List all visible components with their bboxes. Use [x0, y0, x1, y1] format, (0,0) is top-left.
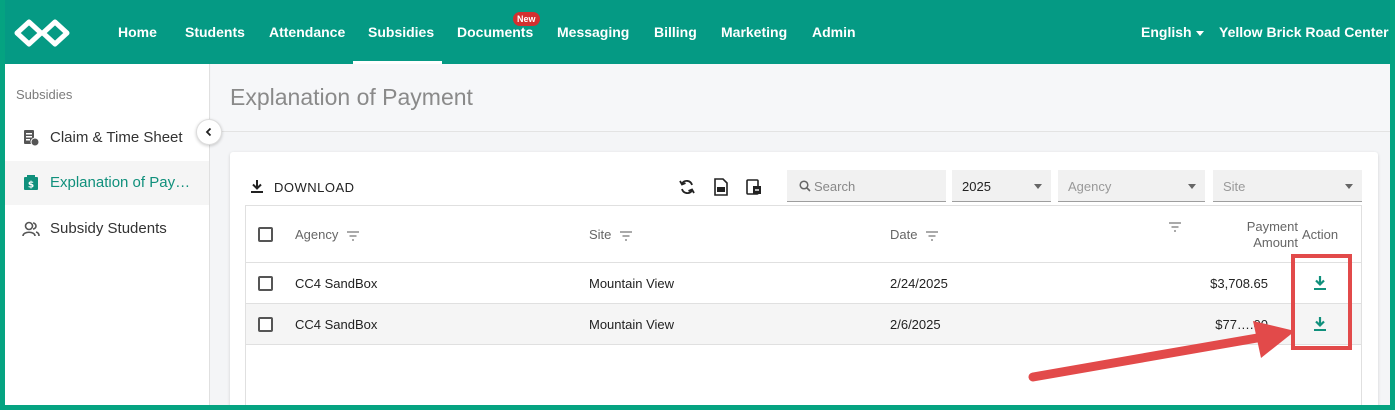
nav-marketing[interactable]: Marketing [721, 0, 787, 64]
cell-site: Mountain View [589, 276, 675, 291]
column-header-label: Payment [1246, 219, 1298, 234]
column-header-action: Action [1302, 227, 1339, 242]
cell-agency: CC4 SandBox [295, 317, 378, 332]
sidebar-item-explanation-of-payment[interactable]: $ Explanation of Payment [5, 161, 209, 205]
site-select[interactable]: Site [1213, 170, 1362, 202]
export-file-icon[interactable] [745, 178, 763, 196]
cell-agency: CC4 SandBox [295, 276, 378, 291]
nav-billing[interactable]: Billing [654, 0, 697, 64]
app-logo[interactable] [11, 18, 73, 48]
column-header-label: Amount [1253, 235, 1298, 250]
sidebar: Subsidies Claim & Time Sheet $ Explanati… [5, 64, 210, 405]
filter-icon[interactable] [1169, 222, 1181, 232]
agency-select[interactable]: Agency [1058, 170, 1205, 202]
cell-date: 2/6/2025 [890, 317, 941, 332]
cell-site: Mountain View [589, 317, 675, 332]
nav-admin[interactable]: Admin [812, 0, 856, 64]
column-header-label: Site [589, 227, 612, 242]
column-header-payment-amount[interactable]: Payment Amount [1206, 219, 1298, 251]
nav-home[interactable]: Home [118, 0, 157, 64]
top-navigation: Home Students Attendance Subsidies Docum… [5, 0, 1390, 64]
column-header-date[interactable]: Date [890, 227, 939, 242]
language-select[interactable]: English [1141, 0, 1204, 64]
column-header-agency[interactable]: Agency [295, 227, 359, 242]
column-header-label: Date [890, 227, 918, 242]
users-icon [22, 221, 40, 237]
center-select[interactable]: Yellow Brick Road Center [1219, 0, 1390, 64]
sidebar-item-label: Explanation of Payment [50, 174, 200, 191]
dropdown-arrow-icon [1188, 184, 1196, 189]
center-label: Yellow Brick Road Center [1219, 24, 1389, 40]
year-select[interactable]: 2025 [952, 170, 1051, 202]
language-label: English [1141, 24, 1192, 40]
sidebar-item-label: Claim & Time Sheet [50, 129, 183, 146]
chevron-left-icon [205, 127, 212, 137]
select-all-checkbox[interactable] [258, 227, 273, 242]
svg-text:$: $ [28, 181, 34, 191]
filter-icon[interactable] [926, 230, 939, 241]
nav-students[interactable]: Students [185, 0, 245, 64]
search-placeholder: Search [814, 179, 856, 194]
site-placeholder: Site [1223, 179, 1246, 194]
annotation-arrow-icon [1028, 321, 1295, 382]
nav-attendance[interactable]: Attendance [269, 0, 345, 64]
column-header-label: Agency [295, 227, 339, 242]
dropdown-arrow-icon [1034, 184, 1042, 189]
agency-placeholder: Agency [1068, 179, 1112, 194]
year-value: 2025 [962, 179, 991, 194]
nav-subsidies[interactable]: Subsidies [368, 0, 434, 64]
document-list-icon [24, 130, 40, 147]
table-row[interactable]: CC4 SandBox Mountain View 2/24/2025 $3,7… [246, 263, 1361, 304]
column-header-site[interactable]: Site [589, 227, 633, 242]
filter-icon[interactable] [620, 230, 633, 241]
new-badge: New [513, 12, 540, 26]
sidebar-item-label: Subsidy Students [50, 220, 167, 237]
sidebar-title: Subsidies [16, 87, 73, 102]
filter-icon[interactable] [347, 230, 359, 241]
row-checkbox[interactable] [258, 317, 273, 332]
sidebar-item-subsidy-students[interactable]: Subsidy Students [5, 207, 209, 251]
pdf-export-icon[interactable] [712, 178, 730, 196]
table-header-row: Agency Site Date Payment Amount Action [246, 206, 1361, 263]
refresh-icon[interactable] [678, 178, 696, 196]
money-document-icon: $ [24, 175, 38, 191]
nav-documents[interactable]: Documents [457, 0, 533, 64]
download-label: DOWNLOAD [274, 180, 355, 195]
nav-messaging[interactable]: Messaging [557, 0, 629, 64]
app-frame: Home Students Attendance Subsidies Docum… [5, 0, 1390, 405]
cell-date: 2/24/2025 [890, 276, 948, 291]
page-title: Explanation of Payment [230, 84, 473, 110]
dropdown-arrow-icon [1345, 184, 1353, 189]
sidebar-item-claim-time-sheet[interactable]: Claim & Time Sheet [5, 116, 209, 160]
download-icon [251, 180, 263, 193]
cell-payment-amount: $3,708.65 [1210, 276, 1268, 291]
search-icon [799, 180, 811, 192]
chevron-down-icon [1195, 30, 1204, 36]
search-input[interactable]: Search [787, 170, 946, 202]
page-header: Explanation of Payment [211, 64, 1390, 132]
sidebar-collapse-button[interactable] [196, 119, 222, 145]
row-checkbox[interactable] [258, 276, 273, 291]
